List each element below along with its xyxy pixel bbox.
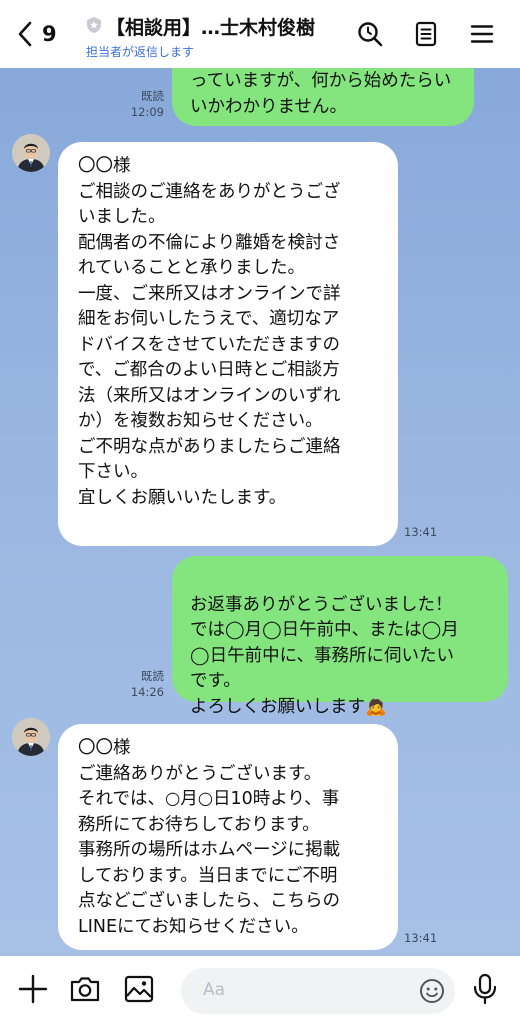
message-bubble-outgoing[interactable]: お返事ありがとうございました！ では◯月◯日午前中、または◯月 ◯日午前中に、事… <box>172 556 508 717</box>
bowing-emoji: 🙇 <box>365 696 387 717</box>
message-time: 12:09 <box>130 105 164 119</box>
message-meta: 既読 12:09 <box>118 88 164 120</box>
message-content: お返事ありがとうございました！ では◯月◯日午前中、または◯月 ◯日午前中に、事… <box>190 567 459 720</box>
chat-timeline[interactable]: 既読 12:09 っていますが、何から始めたらい いかわかりません。 〇〇様 ご… <box>0 68 520 956</box>
message-text: っていますが、何から始めたらい いかわかりません。 <box>190 71 452 117</box>
emoji-icon[interactable] <box>419 978 445 1004</box>
read-receipt: 既読 <box>141 89 164 103</box>
avatar[interactable] <box>12 718 50 756</box>
message-time: 13:41 <box>404 931 438 945</box>
message-bubble-incoming[interactable]: 〇〇様 ご連絡ありがとうございます。 それでは、○月○日10時より、事 務所にて… <box>58 724 398 950</box>
unread-count[interactable]: 9 <box>42 22 57 46</box>
notes-icon[interactable] <box>412 20 440 48</box>
camera-icon[interactable] <box>68 972 102 1006</box>
message-text: お返事ありがとうございました！ では◯月◯日午前中、または◯月 ◯日午前中に、事… <box>190 594 459 717</box>
microphone-icon[interactable] <box>468 972 502 1006</box>
message-time: 14:26 <box>130 685 164 699</box>
message-time: 13:41 <box>404 525 438 539</box>
message-meta: 既読 14:26 <box>118 668 164 700</box>
chat-title[interactable]: 【相談用】…士木村俊樹 <box>106 13 315 40</box>
avatar[interactable] <box>12 134 50 172</box>
chat-header: 9 【相談用】…士木村俊樹 担当者が返信します <box>0 0 520 68</box>
message-bubble-outgoing[interactable]: っていますが、何から始めたらい いかわかりません。 <box>172 68 474 126</box>
shield-icon <box>86 16 102 34</box>
back-chevron-icon[interactable] <box>16 20 34 53</box>
message-text: 〇〇様 ご連絡ありがとうございます。 それでは、○月○日10時より、事 務所にて… <box>78 738 341 937</box>
plus-icon[interactable] <box>16 972 50 1006</box>
search-icon[interactable] <box>356 20 384 48</box>
read-receipt: 既読 <box>141 669 164 683</box>
chat-subtitle: 担当者が返信します <box>86 45 195 59</box>
message-input-placeholder: Aa <box>203 980 226 1000</box>
message-text: 〇〇様 ご相談のご連絡をありがとうござ いました。 配偶者の不倫により離婚を検討… <box>78 156 341 508</box>
menu-icon[interactable] <box>468 20 496 48</box>
message-bubble-incoming[interactable]: 〇〇様 ご相談のご連絡をありがとうござ いました。 配偶者の不倫により離婚を検討… <box>58 142 398 546</box>
image-icon[interactable] <box>122 972 156 1006</box>
message-input[interactable]: Aa <box>181 968 455 1014</box>
